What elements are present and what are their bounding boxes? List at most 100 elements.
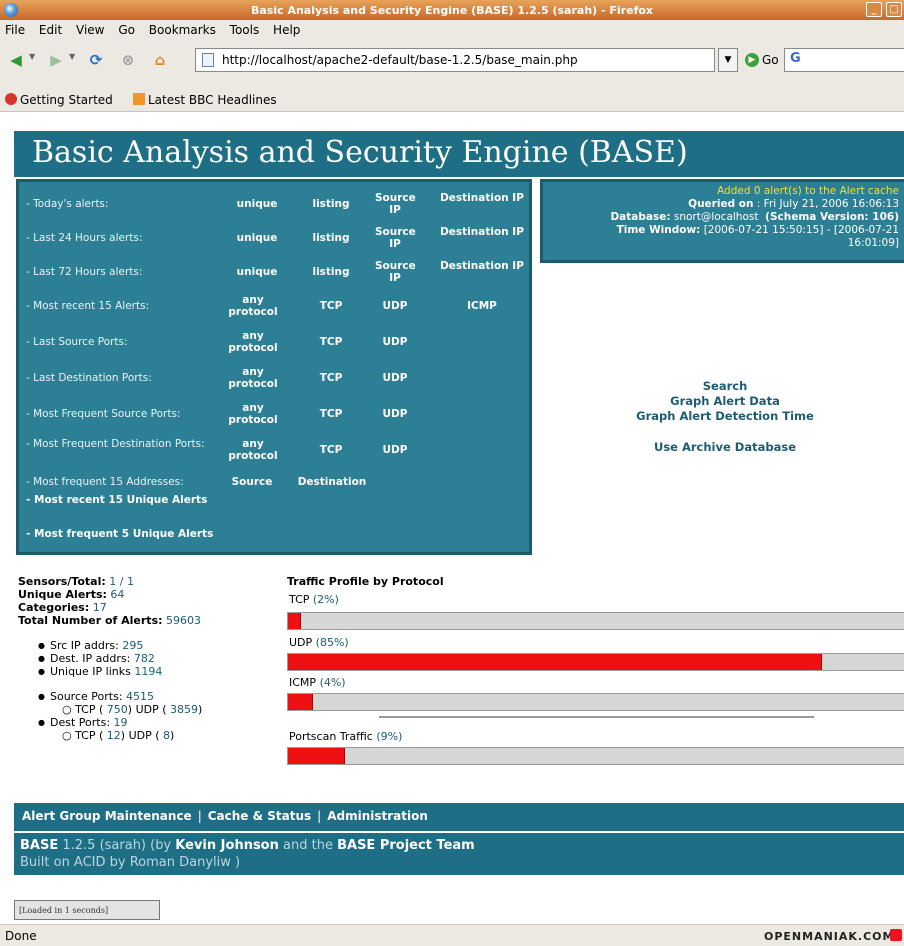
menu-bookmarks[interactable]: Bookmarks: [144, 20, 221, 37]
link-project-team[interactable]: BASE Project Team: [337, 838, 475, 853]
protocol-percent: (2%): [312, 593, 339, 606]
source-udp-value[interactable]: 3859: [170, 703, 198, 716]
source-ports-value[interactable]: 4515: [126, 690, 154, 703]
credits-and: and the: [283, 838, 333, 853]
firefox-bookmark-icon: [5, 93, 17, 105]
credits: BASE 1.2.5 (sarah) (by Kevin Johnson and…: [14, 833, 904, 875]
link-graph-alert-data[interactable]: Graph Alert Data: [540, 394, 904, 409]
dest-ports-item: Dest Ports: 19: [38, 716, 268, 729]
link-udp[interactable]: UDP: [375, 408, 415, 420]
dest-tcp-value[interactable]: 12: [107, 729, 121, 742]
query-info-panel: Added 0 alert(s) to the Alert cache Quer…: [540, 179, 904, 263]
ip-links-value[interactable]: 1194: [134, 665, 162, 678]
forward-icon[interactable]: ▶: [44, 48, 68, 72]
menu-tools[interactable]: Tools: [225, 20, 265, 37]
bookmark-getting-started[interactable]: Getting Started: [5, 93, 113, 107]
menu-go[interactable]: Go: [113, 20, 140, 37]
link-destination-ip[interactable]: Destination IP: [437, 260, 527, 272]
link-author[interactable]: Kevin Johnson: [175, 838, 279, 853]
queried-label: Queried on: [688, 198, 754, 210]
unique-alerts-value[interactable]: 64: [110, 588, 124, 601]
dst-ip-value[interactable]: 782: [134, 652, 155, 665]
link-alert-group-maintenance[interactable]: Alert Group Maintenance: [22, 809, 192, 823]
link-source[interactable]: Source: [219, 476, 285, 488]
link-udp[interactable]: UDP: [375, 444, 415, 456]
menu-row-label: - Most Frequent Source Ports:: [26, 408, 181, 420]
database-label: Database:: [610, 211, 671, 223]
link-udp[interactable]: UDP: [375, 336, 415, 348]
reload-icon[interactable]: ⟳: [84, 48, 108, 72]
link-listing[interactable]: listing: [301, 266, 361, 278]
link-destination-ip[interactable]: Destination IP: [437, 226, 527, 238]
sensors-value[interactable]: 1 / 1: [109, 575, 134, 588]
url-text: http://localhost/apache2-default/base-1.…: [222, 53, 578, 67]
traffic-profile: Traffic Profile by Protocol TCP (2%) UDP…: [287, 575, 904, 765]
go-button[interactable]: Go: [762, 53, 779, 67]
search-input[interactable]: G: [784, 48, 904, 72]
maximize-button[interactable]: □: [886, 2, 902, 17]
url-input[interactable]: http://localhost/apache2-default/base-1.…: [195, 48, 715, 72]
link-tcp[interactable]: TCP: [301, 408, 361, 420]
back-icon[interactable]: ◀: [4, 48, 28, 72]
menu-edit[interactable]: Edit: [34, 20, 67, 37]
link-tcp[interactable]: TCP: [301, 336, 361, 348]
link-listing[interactable]: listing: [301, 232, 361, 244]
link-unique[interactable]: unique: [227, 232, 287, 244]
link-destination[interactable]: Destination: [287, 476, 377, 488]
dest-udp-value[interactable]: 8: [163, 729, 170, 742]
home-icon[interactable]: ⌂: [148, 48, 172, 72]
menubar: File Edit View Go Bookmarks Tools Help: [0, 20, 904, 40]
link-administration[interactable]: Administration: [327, 809, 428, 823]
web-page: Basic Analysis and Security Engine (BASE…: [0, 113, 904, 923]
protocol-percent: (4%): [319, 676, 346, 689]
src-ip-value[interactable]: 295: [122, 639, 143, 652]
link-cache-status[interactable]: Cache & Status: [208, 809, 311, 823]
menu-row-label: - Most recent 15 Alerts:: [26, 300, 150, 312]
link-unique[interactable]: unique: [227, 198, 287, 210]
link-icmp[interactable]: ICMP: [437, 300, 527, 312]
categories-value[interactable]: 17: [93, 601, 107, 614]
link-any-protocol[interactable]: any protocol: [221, 402, 285, 426]
link-any-protocol[interactable]: any protocol: [221, 366, 285, 390]
menu-help[interactable]: Help: [268, 20, 305, 37]
link-udp[interactable]: UDP: [375, 372, 415, 384]
source-tcp-value[interactable]: 750: [107, 703, 128, 716]
back-history-icon[interactable]: ▼: [29, 52, 35, 61]
link-source-ip[interactable]: Source IP: [375, 192, 416, 216]
link-source-ip[interactable]: Source IP: [375, 226, 416, 250]
menu-file[interactable]: File: [0, 20, 30, 37]
link-frequent-5-unique-alerts[interactable]: - Most frequent 5 Unique Alerts: [26, 528, 216, 541]
link-udp[interactable]: UDP: [375, 300, 415, 312]
link-any-protocol[interactable]: any protocol: [221, 438, 285, 462]
link-destination-ip[interactable]: Destination IP: [437, 192, 527, 204]
url-dropdown-icon[interactable]: ▼: [718, 48, 738, 72]
categories-label: Categories:: [18, 601, 90, 614]
link-any-protocol[interactable]: any protocol: [221, 330, 285, 354]
dest-ports-value[interactable]: 19: [114, 716, 128, 729]
total-alerts-value[interactable]: 59603: [166, 614, 201, 627]
link-use-archive-database[interactable]: Use Archive Database: [540, 440, 904, 455]
minimize-button[interactable]: _: [866, 2, 882, 17]
forward-history-icon[interactable]: ▼: [69, 52, 75, 61]
udp-traffic-fill: [288, 654, 822, 670]
stop-icon[interactable]: ⊗: [116, 48, 140, 72]
menu-row-label: - Most Frequent Destination Ports:: [26, 438, 205, 450]
source-ports-item: Source Ports: 4515: [38, 690, 268, 703]
link-tcp[interactable]: TCP: [301, 300, 361, 312]
link-recent-15-unique-alerts[interactable]: - Most recent 15 Unique Alerts: [26, 494, 216, 507]
tcp-label: TCP: [75, 703, 96, 716]
bookmark-bbc-headlines[interactable]: Latest BBC Headlines: [133, 93, 277, 107]
go-icon[interactable]: ▶: [745, 53, 759, 67]
link-listing[interactable]: listing: [301, 198, 361, 210]
link-source-ip[interactable]: Source IP: [375, 260, 416, 284]
protocol-name: UDP: [289, 636, 313, 649]
link-unique[interactable]: unique: [227, 266, 287, 278]
window-titlebar: Basic Analysis and Security Engine (BASE…: [0, 0, 904, 20]
link-any-protocol[interactable]: any protocol: [221, 294, 285, 318]
link-graph-alert-detection-time[interactable]: Graph Alert Detection Time: [540, 409, 904, 424]
link-search[interactable]: Search: [540, 379, 904, 394]
link-tcp[interactable]: TCP: [301, 444, 361, 456]
link-tcp[interactable]: TCP: [301, 372, 361, 384]
queried-value: : Fri July 21, 2006 16:06:13: [756, 198, 899, 210]
menu-view[interactable]: View: [71, 20, 109, 37]
